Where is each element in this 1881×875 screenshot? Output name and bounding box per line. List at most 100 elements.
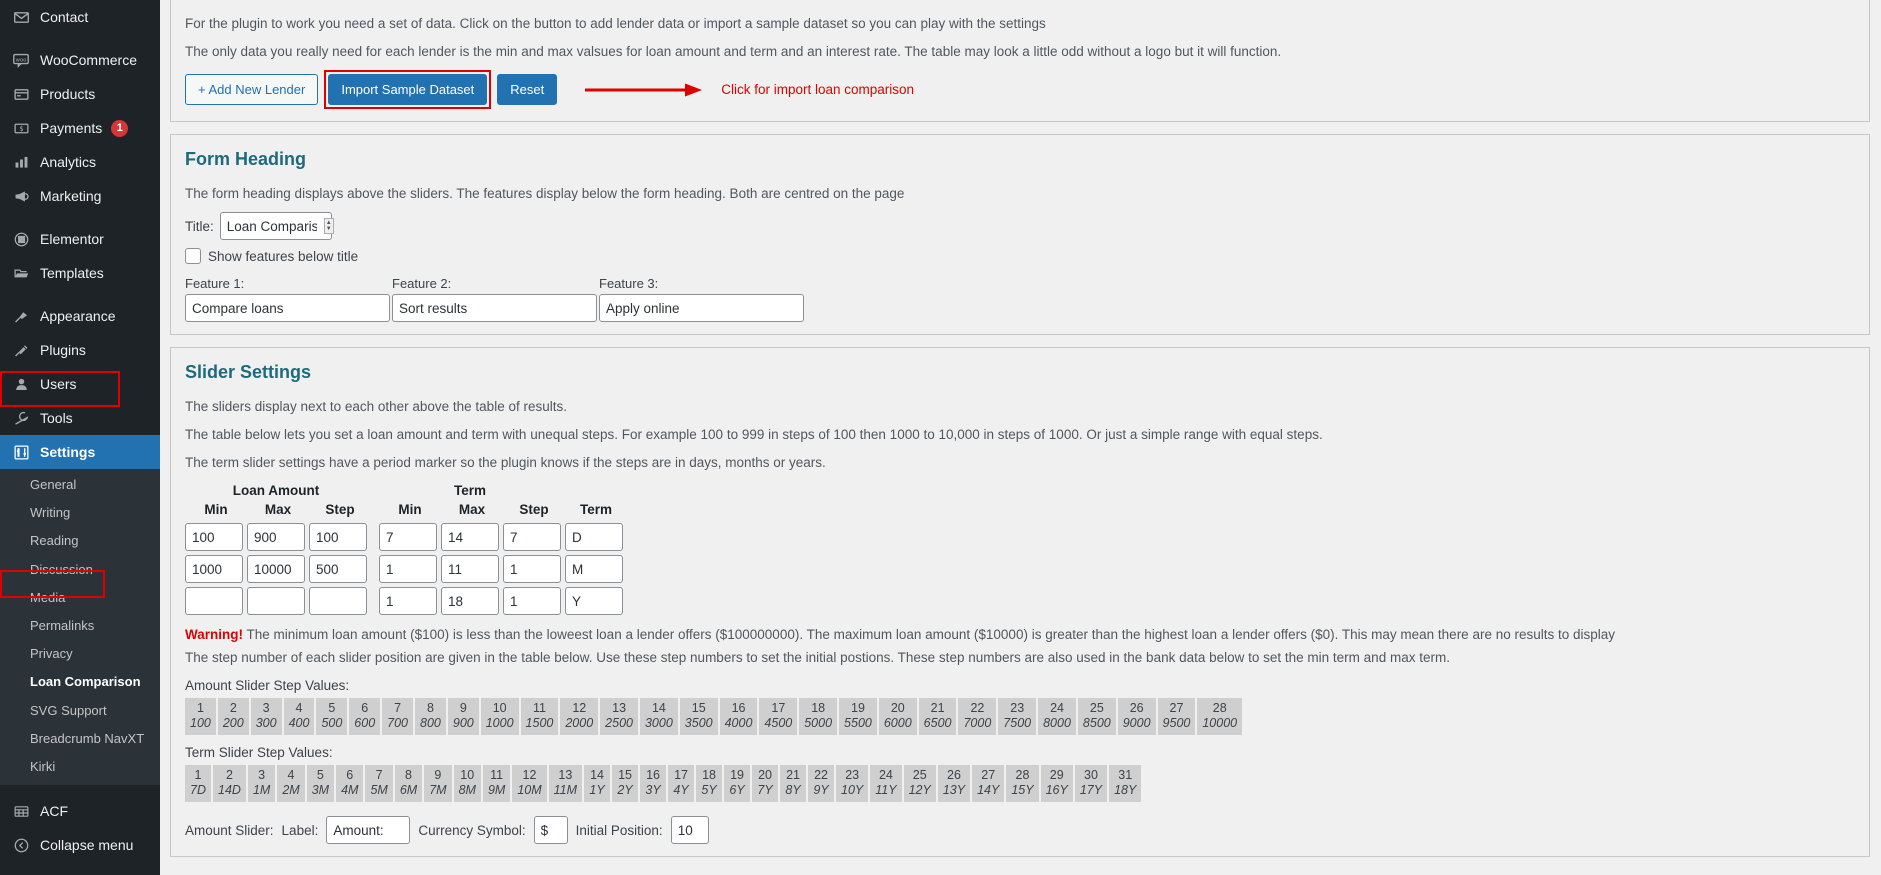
amount-steps-label: Amount Slider Step Values: bbox=[185, 678, 350, 693]
submenu-item-reading[interactable]: Reading bbox=[0, 527, 160, 555]
sidebar-item-users[interactable]: Users bbox=[0, 367, 160, 401]
term-min-input-1[interactable] bbox=[379, 523, 437, 551]
folder-icon bbox=[11, 263, 31, 283]
term-step-input-3[interactable] bbox=[503, 587, 561, 615]
title-input[interactable] bbox=[219, 212, 332, 240]
amount-max-input-3[interactable] bbox=[247, 587, 305, 615]
sidebar-item-elementor[interactable]: Elementor bbox=[0, 222, 160, 256]
submenu-item-breadcrumb-navxt[interactable]: Breadcrumb NavXT bbox=[0, 725, 160, 753]
term-step-cell: 23 10Y bbox=[836, 765, 869, 802]
term-max-input-2[interactable] bbox=[441, 555, 499, 583]
term-step-cell: 24 11Y bbox=[870, 765, 902, 802]
currency-symbol-input[interactable] bbox=[533, 816, 568, 844]
import-sample-dataset-button[interactable]: Import Sample Dataset bbox=[328, 74, 488, 105]
sidebar-item-appearance[interactable]: Appearance bbox=[0, 299, 160, 333]
submenu-item-kirki[interactable]: Kirki bbox=[0, 753, 160, 781]
submenu-item-privacy[interactable]: Privacy bbox=[0, 640, 160, 668]
submenu-item-general[interactable]: General bbox=[0, 471, 160, 499]
amount-step-input-1[interactable] bbox=[309, 523, 367, 551]
add-new-lender-button[interactable]: + Add New Lender bbox=[185, 74, 319, 105]
show-features-row[interactable]: Show features below title bbox=[185, 248, 1855, 264]
sidebar-item-settings[interactable]: Settings bbox=[0, 435, 160, 469]
amount-step-number: 8 bbox=[426, 701, 434, 715]
amount-step-number: 9 bbox=[459, 701, 467, 715]
feature-1-input[interactable] bbox=[185, 294, 390, 322]
title-spinner-icon[interactable]: ▲ ▼ bbox=[323, 218, 334, 234]
sidebar-item-label: Elementor bbox=[40, 231, 104, 247]
feature-3-label: Feature 3: bbox=[599, 276, 659, 291]
amount-step-input-3[interactable] bbox=[309, 587, 367, 615]
amount-step-cell: 2 200 bbox=[217, 698, 249, 735]
amount-step-number: 3 bbox=[262, 701, 270, 715]
term-step-input-1[interactable] bbox=[503, 523, 561, 551]
initial-position-input[interactable] bbox=[670, 816, 709, 844]
sidebar-item-label: Plugins bbox=[40, 342, 86, 358]
sidebar-item-plugins[interactable]: Plugins bbox=[0, 333, 160, 367]
feature-2-input[interactable] bbox=[392, 294, 597, 322]
amount-step-value: 200 bbox=[222, 716, 244, 730]
sidebar-item-payments[interactable]: $ Payments 1 bbox=[0, 111, 160, 145]
term-step-number: 5 bbox=[316, 768, 324, 782]
sidebar-item-contact[interactable]: Contact bbox=[0, 0, 160, 34]
sidebar-item-analytics[interactable]: Analytics bbox=[0, 145, 160, 179]
submenu-item-svg-support[interactable]: SVG Support bbox=[0, 697, 160, 725]
term-period-input-3[interactable] bbox=[565, 587, 623, 615]
amount-step-cell: 13 2500 bbox=[600, 698, 638, 735]
amount-step-number: 13 bbox=[612, 701, 627, 715]
amount-slider-label-input[interactable] bbox=[326, 816, 411, 844]
term-max-input-1[interactable] bbox=[441, 523, 499, 551]
term-min-input-3[interactable] bbox=[379, 587, 437, 615]
term-step-number: 29 bbox=[1049, 768, 1064, 782]
table-row bbox=[185, 553, 627, 585]
sidebar-item-marketing[interactable]: Marketing bbox=[0, 179, 160, 213]
sidebar-item-products[interactable]: Products bbox=[0, 77, 160, 111]
collapse-menu-button[interactable]: Collapse menu bbox=[0, 828, 160, 862]
amount-step-number: 4 bbox=[295, 701, 303, 715]
submenu-item-loan-comparison[interactable]: Loan Comparison bbox=[0, 668, 160, 696]
amount-step-number: 25 bbox=[1089, 701, 1104, 715]
term-max-input-3[interactable] bbox=[441, 587, 499, 615]
amount-min-input-1[interactable] bbox=[185, 523, 243, 551]
term-min-input-2[interactable] bbox=[379, 555, 437, 583]
amount-min-input-3[interactable] bbox=[185, 587, 243, 615]
term-step-number: 30 bbox=[1084, 768, 1098, 782]
amount-max-input-1[interactable] bbox=[247, 523, 305, 551]
col-amount-max: Max bbox=[264, 502, 292, 517]
feature-1-group: Feature 1: bbox=[185, 276, 392, 322]
feature-3-input[interactable] bbox=[599, 294, 804, 322]
collapse-menu-label: Collapse menu bbox=[40, 837, 134, 854]
term-step-number: 13 bbox=[558, 768, 573, 782]
amount-step-value: 4500 bbox=[764, 716, 793, 730]
submenu-item-media[interactable]: Media bbox=[0, 584, 160, 612]
term-period-input-2[interactable] bbox=[565, 555, 623, 583]
acf-icon bbox=[11, 801, 31, 821]
term-period-input-1[interactable] bbox=[565, 523, 623, 551]
sidebar-item-acf[interactable]: ACF bbox=[0, 794, 160, 828]
sidebar-item-templates[interactable]: Templates bbox=[0, 256, 160, 290]
term-step-value: 9M bbox=[487, 783, 506, 797]
sidebar-item-label: Contact bbox=[40, 9, 89, 25]
term-step-cell: 31 18Y bbox=[1109, 765, 1142, 802]
table-row bbox=[185, 585, 627, 617]
amount-step-input-2[interactable] bbox=[309, 555, 367, 583]
submenu-item-permalinks[interactable]: Permalinks bbox=[0, 612, 160, 640]
amount-step-cell: 5 500 bbox=[316, 698, 348, 735]
column-header-row: Min Max Step Min Max Step Term bbox=[185, 500, 627, 521]
term-step-input-2[interactable] bbox=[503, 555, 561, 583]
amount-max-input-2[interactable] bbox=[247, 555, 305, 583]
submenu-item-writing[interactable]: Writing bbox=[0, 499, 160, 527]
sidebar-item-woocommerce[interactable]: woo WooCommerce bbox=[0, 43, 160, 77]
sidebar-item-tools[interactable]: Tools bbox=[0, 401, 160, 435]
term-step-cell: 2 14D bbox=[213, 765, 246, 802]
term-step-cell: 1 7D bbox=[185, 765, 211, 802]
show-features-checkbox[interactable] bbox=[185, 248, 201, 264]
slider-settings-title: Slider Settings bbox=[185, 362, 312, 382]
slider-settings-p3: The term slider settings have a period m… bbox=[185, 455, 826, 470]
reset-button[interactable]: Reset bbox=[497, 74, 558, 105]
amount-step-value: 8500 bbox=[1082, 716, 1111, 730]
term-step-value: 2Y bbox=[617, 783, 633, 797]
submenu-item-discussion[interactable]: Discussion bbox=[0, 556, 160, 584]
amount-step-value: 3000 bbox=[644, 716, 673, 730]
term-step-value: 14Y bbox=[977, 783, 1000, 797]
amount-min-input-2[interactable] bbox=[185, 555, 243, 583]
